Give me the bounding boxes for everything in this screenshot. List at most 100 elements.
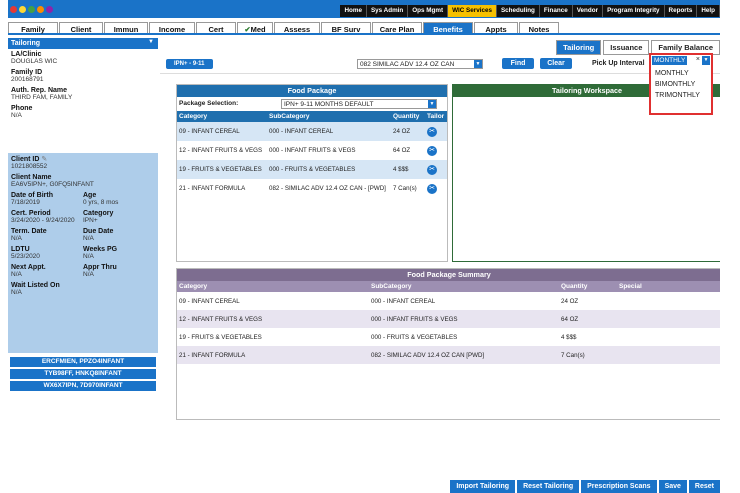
package-selection-value: IPN+ 9-11 MONTHS DEFAULT xyxy=(284,101,374,108)
client-sidebar: Tailoring ▼ LA/Clinic DOUGLAS WIC Family … xyxy=(8,38,158,493)
summary-title: Food Package Summary xyxy=(177,269,720,281)
tab-med[interactable]: ✔Med xyxy=(237,22,273,34)
prescription-scans-button[interactable]: Prescription Scans xyxy=(581,480,657,493)
age-value: 0 yrs, 8 mos xyxy=(83,199,119,206)
cell-category: 19 - FRUITS & VEGETABLES xyxy=(179,333,262,341)
term-label: Term. Date xyxy=(11,228,47,235)
pencil-icon[interactable]: ✎ xyxy=(41,156,47,163)
cell-quantity: 64 OZ xyxy=(393,147,411,154)
client-id-label: Client ID ✎ xyxy=(11,155,155,163)
benefits-main: Tailoring Issuance Family Balance IPN+ -… xyxy=(160,38,720,493)
next-appt-label: Next Appt. xyxy=(11,264,46,271)
save-button[interactable]: Save xyxy=(658,480,687,493)
cell-quantity: 24 OZ xyxy=(561,297,579,305)
menu-finance[interactable]: Finance xyxy=(540,5,573,17)
dob-age-row: Date of Birth 7/18/2019 Age 0 yrs, 8 mos xyxy=(11,192,155,210)
menu-ops-mgmt[interactable]: Ops Mgmt xyxy=(408,5,449,17)
family-id-value: 200168791 xyxy=(11,76,44,83)
term-value: N/A xyxy=(11,235,22,242)
tailor-icon[interactable]: ✂ xyxy=(427,164,437,175)
cell-subcategory: 082 - SIMILAC ADV 12.4 OZ CAN - [PWD] xyxy=(269,185,386,192)
menu-reports[interactable]: Reports xyxy=(665,5,698,17)
cert-label: Cert. Period xyxy=(11,210,51,217)
chevron-down-icon: ▼ xyxy=(428,100,436,108)
family-id-label: Family ID xyxy=(11,69,43,76)
clear-button[interactable]: Clear xyxy=(540,58,572,69)
table-row: 09 - INFANT CEREAL 000 - INFANT CEREAL 24 … xyxy=(177,292,720,310)
menu-scheduling[interactable]: Scheduling xyxy=(497,5,540,17)
close-icon[interactable]: × xyxy=(696,56,700,63)
tab-assess[interactable]: Assess xyxy=(274,22,320,34)
cell-subcategory: 000 - INFANT CEREAL xyxy=(371,297,436,305)
menu-vendor[interactable]: Vendor xyxy=(573,5,604,17)
find-button[interactable]: Find xyxy=(502,58,534,69)
table-row: 12 - INFANT FRUITS & VEGS 000 - INFANT FR… xyxy=(177,310,720,328)
tab-cert[interactable]: Cert xyxy=(196,22,236,34)
client-name-label: Client Name xyxy=(11,174,52,181)
dob-value: 7/18/2019 xyxy=(11,199,40,206)
cert-row: Cert. Period 3/24/2020 - 9/24/2020 Catego… xyxy=(11,210,155,228)
food-package-summary-panel: Food Package Summary Category SubCategor… xyxy=(176,268,720,420)
family-info: LA/Clinic DOUGLAS WIC Family ID 20016879… xyxy=(8,49,158,125)
appt-row: Next Appt. N/A Appr Thru N/A xyxy=(11,264,155,282)
cell-subcategory: 000 - FRUITS & VEGETABLES xyxy=(269,166,356,173)
table-row: 09 - INFANT CEREAL 000 - INFANT CEREAL 24 … xyxy=(177,122,447,141)
menu-sys-admin[interactable]: Sys Admin xyxy=(367,5,409,17)
cell-quantity: 7 Can(s) xyxy=(393,185,417,192)
tailor-icon[interactable]: ✂ xyxy=(427,126,437,137)
clinic-value: DOUGLAS WIC xyxy=(11,58,58,65)
sidebar-header[interactable]: Tailoring ▼ xyxy=(8,38,158,49)
tailor-icon[interactable]: ✂ xyxy=(427,183,437,194)
top-menu: Home Sys Admin Ops Mgmt WIC Services Sch… xyxy=(340,5,720,17)
tab-bf-surv[interactable]: BF Surv xyxy=(321,22,371,34)
tab-income[interactable]: Income xyxy=(149,22,195,34)
due-value: N/A xyxy=(83,235,94,242)
tab-client[interactable]: Client xyxy=(59,22,103,34)
dob-label: Date of Birth xyxy=(11,192,53,199)
due-label: Due Date xyxy=(83,228,114,235)
cell-subcategory: 000 - FRUITS & VEGETABLES xyxy=(371,333,458,341)
wait-listed-value: N/A xyxy=(11,289,22,296)
tab-appts[interactable]: Appts xyxy=(474,22,518,34)
menu-home[interactable]: Home xyxy=(340,5,367,17)
pickup-interval-select[interactable]: MONTHLY × ▼ xyxy=(652,56,710,67)
client-id-value: 1021808552 xyxy=(11,163,48,170)
category-label: Category xyxy=(83,210,114,217)
chevron-down-icon: ▼ xyxy=(148,39,154,45)
client-name-value: EA6V5IPN+, G0FQ5INFANT xyxy=(11,181,94,188)
family-member-link[interactable]: TYB98FF, HNKQ8INFANT xyxy=(10,369,156,379)
tab-benefits[interactable]: Benefits xyxy=(423,22,473,34)
family-member-link[interactable]: WX6X7IPN, 7D970INFANT xyxy=(10,381,156,391)
cell-subcategory: 000 - INFANT CEREAL xyxy=(269,128,334,135)
menu-help[interactable]: Help xyxy=(697,5,720,17)
food-package-panel: Food Package Package Selection: IPN+ 9-1… xyxy=(176,84,448,262)
reset-button[interactable]: Reset xyxy=(688,480,720,493)
pickup-interval-value: MONTHLY xyxy=(652,56,688,65)
reset-tailoring-button[interactable]: Reset Tailoring xyxy=(517,480,580,493)
tailor-icon[interactable]: ✂ xyxy=(427,145,437,156)
tab-immun[interactable]: Immun xyxy=(104,22,148,34)
interval-option-monthly[interactable]: MONTHLY xyxy=(651,68,711,79)
category-value: IPN+ xyxy=(83,217,98,224)
table-row: 19 - FRUITS & VEGETABLES 000 - FRUITS & V… xyxy=(177,160,447,179)
food-item-select[interactable]: 082 SIMILAC ADV 12.4 OZ CAN ▼ xyxy=(357,59,483,69)
tab-notes[interactable]: Notes xyxy=(519,22,559,34)
interval-option-trimonthly[interactable]: TRIMONTHLY xyxy=(651,90,711,101)
import-tailoring-button[interactable]: Import Tailoring xyxy=(450,480,516,493)
package-selection-select[interactable]: IPN+ 9-11 MONTHS DEFAULT ▼ xyxy=(281,99,437,109)
package-selection-row: Package Selection: IPN+ 9-11 MONTHS DEFA… xyxy=(177,97,447,111)
cell-subcategory: 082 - SIMILAC ADV 12.4 OZ CAN [PWD] xyxy=(371,351,485,359)
table-header-row: Category SubCategory Quantity Tailor xyxy=(177,111,447,122)
ldtu-label: LDTU xyxy=(11,246,30,253)
food-package-table: Category SubCategory Quantity Tailor 09 … xyxy=(177,111,447,198)
tab-family[interactable]: Family xyxy=(8,22,58,34)
cell-category: 21 - INFANT FORMULA xyxy=(179,351,246,359)
menu-program-integrity[interactable]: Program Integrity xyxy=(603,5,665,17)
menu-wic-services[interactable]: WIC Services xyxy=(448,5,497,17)
interval-option-bimonthly[interactable]: BIMONTHLY xyxy=(651,79,711,90)
tab-care-plan[interactable]: Care Plan xyxy=(372,22,422,34)
table-row: 21 - INFANT FORMULA 082 - SIMILAC ADV 12.… xyxy=(177,346,720,364)
table-row: 12 - INFANT FRUITS & VEGS 000 - INFANT FR… xyxy=(177,141,447,160)
weeks-value: N/A xyxy=(83,253,94,260)
family-member-link[interactable]: ERCFMIEN, PPZO4INFANT xyxy=(10,357,156,367)
